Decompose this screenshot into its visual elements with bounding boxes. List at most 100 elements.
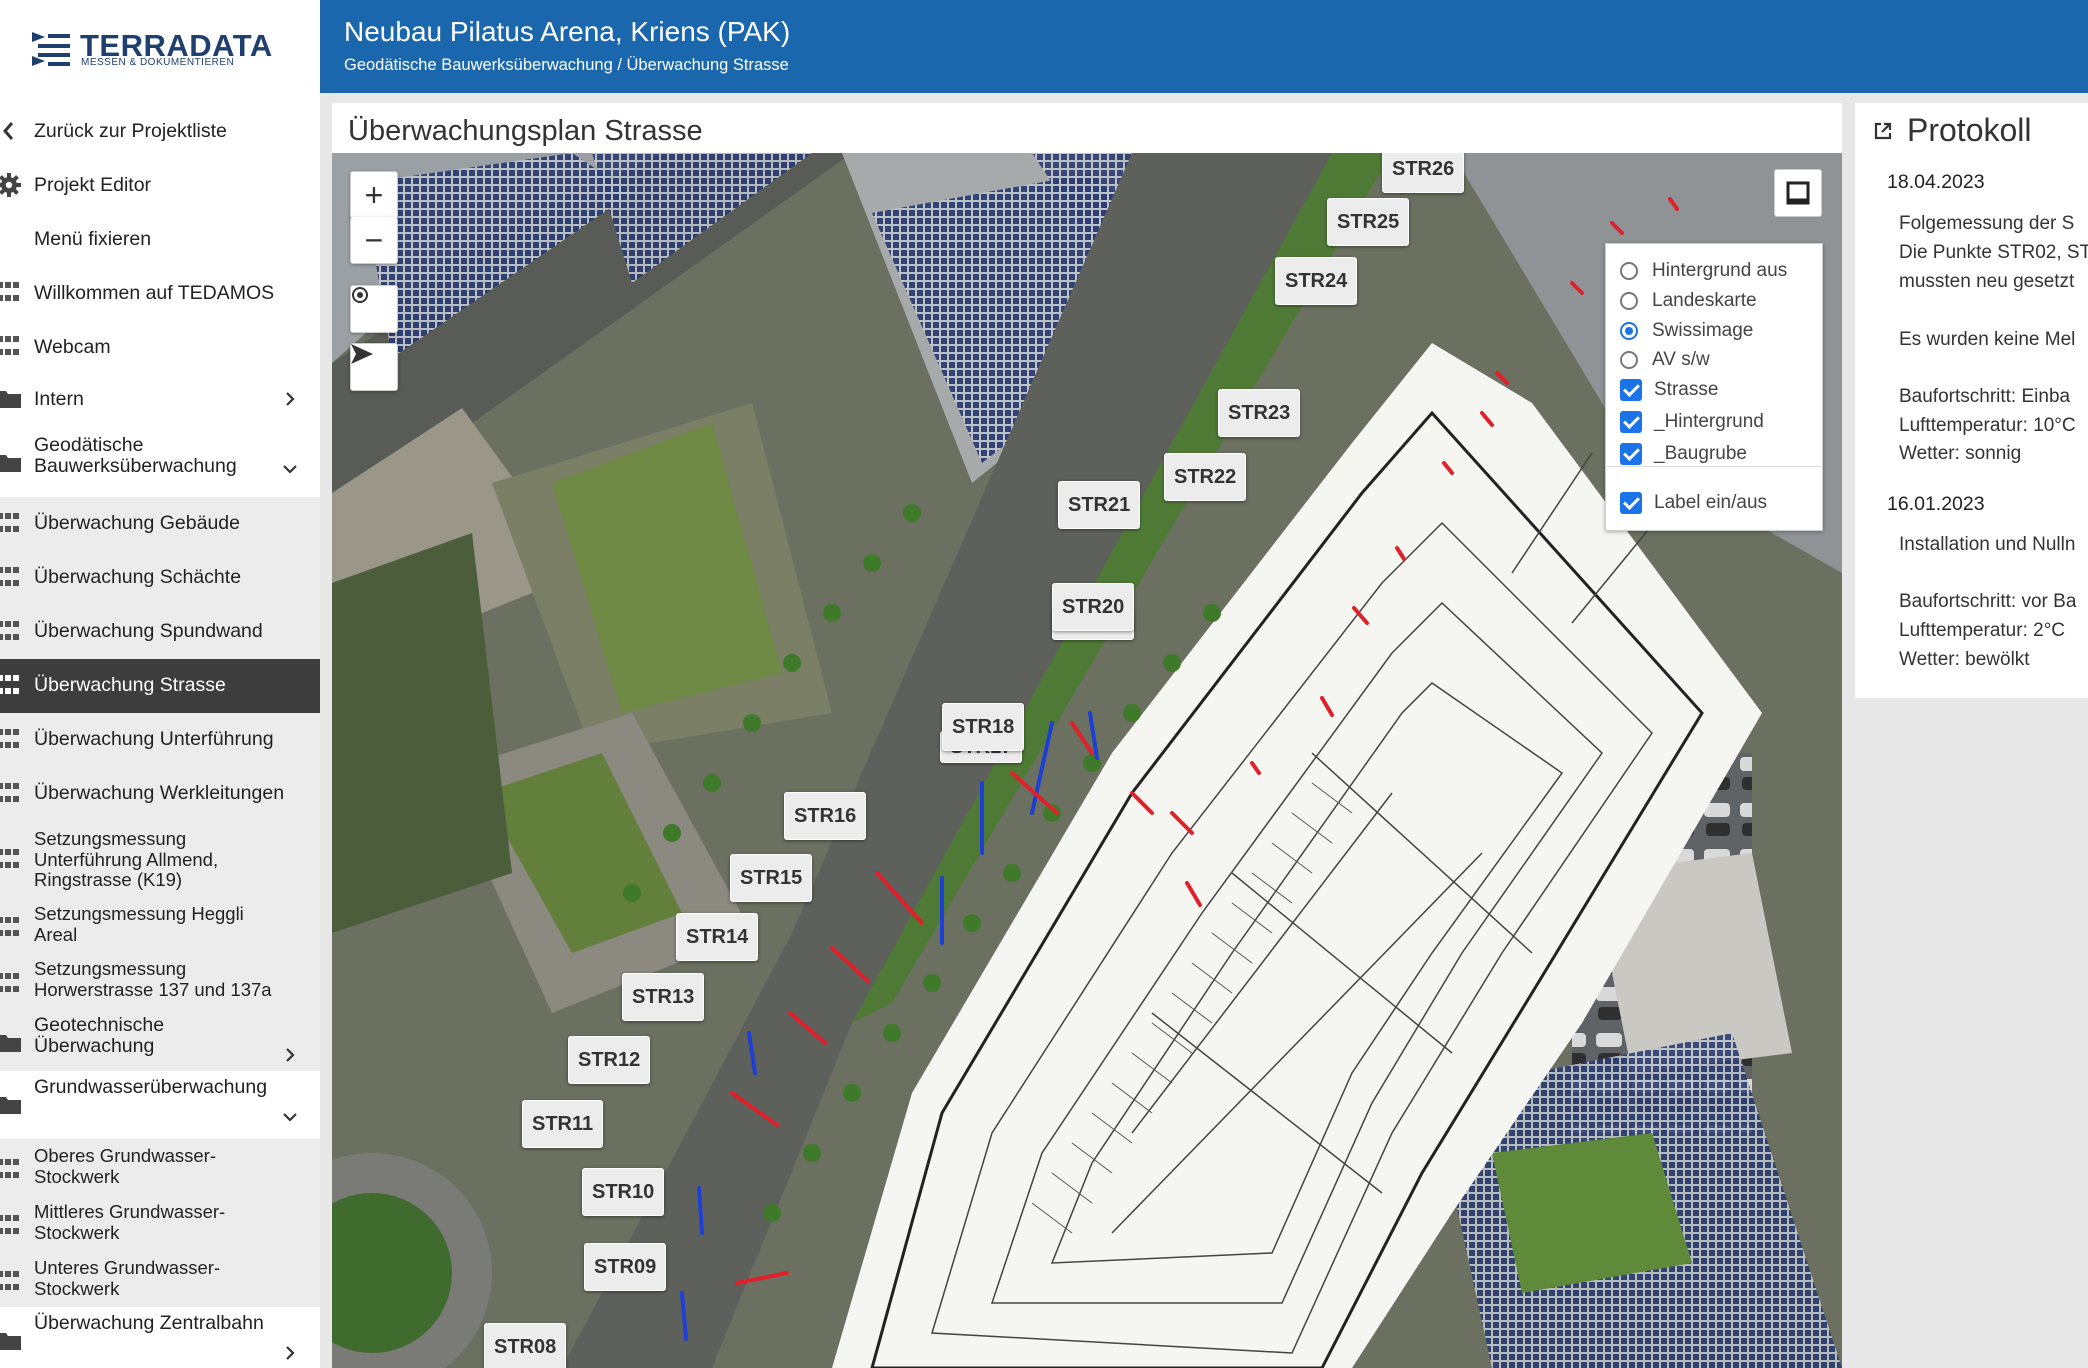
overlay-hintergrund[interactable]: _Hintergrund [1620, 408, 1764, 436]
sidebar-item-label: Geodätische Bauwerksüberwachung [34, 434, 237, 477]
fullscreen-button[interactable] [1774, 169, 1822, 217]
layer-label: Swissimage [1652, 320, 1754, 341]
sidebar-item-shafts[interactable]: Überwachung Schächte [0, 551, 320, 605]
marker-label[interactable]: STR08 [484, 1323, 567, 1368]
marker-label[interactable]: STR15 [730, 854, 813, 902]
radio-button[interactable] [1620, 351, 1638, 369]
marker-label[interactable]: STR23 [1218, 389, 1301, 437]
marker-label[interactable]: STR24 [1275, 257, 1358, 305]
sidebar-item-settlement-horwerstrasse[interactable]: Setzungsmessung Horwerstrasse 137 und 13… [0, 953, 320, 1009]
sidebar-item-underpass[interactable]: Überwachung Unterführung [0, 713, 320, 767]
protocol-text: Lufttemperatur: 10°C [1899, 415, 2076, 436]
marker-label[interactable]: STR11 [522, 1100, 604, 1148]
sidebar-item-road[interactable]: Überwachung Strasse [0, 659, 320, 713]
sidebar-item-welcome[interactable]: Willkommen auf TEDAMOS [0, 279, 320, 307]
grid-icon [0, 621, 21, 645]
marker-label[interactable]: STR21 [1058, 481, 1141, 529]
marker-label[interactable]: STR13 [622, 973, 705, 1021]
overlay-baugrube[interactable]: _Baugrube [1620, 440, 1747, 468]
sidebar-item-settlement-allmend[interactable]: Setzungsmessung Unterführung Allmend, Ri… [0, 821, 320, 897]
grid-icon [0, 336, 21, 360]
locate-button[interactable] [350, 285, 398, 333]
folder-icon [0, 455, 21, 472]
zoom-out-button[interactable]: − [350, 217, 398, 264]
folder-icon [0, 391, 21, 408]
protocol-date: 16.01.2023 [1887, 493, 1985, 515]
sidebar-item-groundwater[interactable]: Grundwasserüberwachung [0, 1071, 320, 1133]
grid-icon [0, 513, 21, 537]
sidebar-item-upper-groundwater[interactable]: Oberes Grundwasser-Stockwerk [0, 1139, 320, 1195]
sidebar-item-geodetic-monitoring[interactable]: Geodätische Bauwerksüberwachung [0, 431, 320, 485]
sidebar-item-geotechnical[interactable]: Geotechnische Überwachung [0, 1009, 320, 1071]
sidebar-item-label: Willkommen auf TEDAMOS [34, 281, 275, 304]
protocol-date: 18.04.2023 [1887, 171, 1985, 193]
layer-label: Hintergrund aus [1652, 260, 1788, 281]
sidebar-item-zentralbahn[interactable]: Überwachung Zentralbahn [0, 1307, 320, 1367]
marker-label[interactable]: STR25 [1327, 198, 1410, 246]
gear-icon [0, 173, 21, 197]
layer-option-landeskarte[interactable]: Landeskarte [1620, 287, 1757, 315]
breadcrumb: Geodätische Bauwerksüberwachung / Überwa… [344, 56, 789, 74]
checkbox[interactable] [1620, 379, 1642, 401]
protocol-text: Wetter: bewölkt [1899, 649, 2030, 670]
marker-label[interactable]: STR16 [784, 792, 867, 840]
marker-label[interactable]: STR10 [582, 1168, 665, 1216]
project-title: Neubau Pilatus Arena, Kriens (PAK) [344, 16, 791, 47]
checkbox[interactable] [1620, 492, 1642, 514]
sidebar-item-label: Setzungsmessung Unterführung Allmend, Ri… [34, 828, 219, 890]
protocol-text: Folgemessung der S [1899, 213, 2075, 234]
marker-label[interactable]: STR26 [1382, 153, 1465, 193]
logo-area[interactable]: TERRADATA MESSEN & DOKUMENTIEREN [0, 0, 320, 93]
radio-button-selected[interactable] [1620, 322, 1638, 340]
grid-icon [0, 675, 21, 699]
sidebar-item-project-editor[interactable]: Projekt Editor [0, 171, 320, 199]
marker-label[interactable]: STR18 [942, 703, 1025, 751]
grid-icon [0, 1271, 21, 1295]
layer-separator [1606, 466, 1822, 467]
chevron-left-icon [3, 122, 14, 140]
sidebar-item-pin-menu[interactable]: Menü fixieren [0, 225, 320, 253]
zoom-in-button[interactable]: + [350, 171, 398, 219]
marker-label[interactable]: STR09 [584, 1243, 667, 1291]
radio-button[interactable] [1620, 262, 1638, 280]
layer-option-av[interactable]: AV s/w [1620, 346, 1710, 374]
protocol-text: Installation und Nulln [1899, 534, 2076, 555]
layer-option-swissimage[interactable]: Swissimage [1620, 317, 1753, 345]
sidebar-item-webcam[interactable]: Webcam [0, 333, 320, 361]
sidebar-item-back-to-projects[interactable]: Zurück zur Projektliste [0, 117, 320, 145]
chevron-right-icon [286, 1048, 295, 1062]
checkbox[interactable] [1620, 411, 1642, 433]
marker-label[interactable]: STR20 [1052, 583, 1135, 631]
marker-label[interactable]: STR22 [1164, 453, 1247, 501]
sidebar-item-label: Webcam [34, 335, 111, 358]
header-bar: Neubau Pilatus Arena, Kriens (PAK) Geodä… [320, 0, 2088, 93]
sidebar: Zurück zur Projektliste Projekt Editor M… [0, 93, 320, 1368]
layer-label: Landeskarte [1652, 290, 1757, 311]
sidebar-item-label: Setzungsmessung Heggli Areal [34, 903, 244, 945]
marker-label[interactable]: STR14 [676, 913, 759, 961]
sidebar-item-label: Überwachung Strasse [34, 674, 226, 696]
sidebar-item-intern[interactable]: Intern [0, 385, 320, 413]
external-link-icon[interactable] [1873, 121, 1893, 141]
label-toggle[interactable]: Label ein/aus [1620, 489, 1767, 517]
sidebar-item-lower-groundwater[interactable]: Unteres Grundwasser-Stockwerk [0, 1251, 320, 1307]
sidebar-item-settlement-heggli[interactable]: Setzungsmessung Heggli Areal [0, 897, 320, 953]
sidebar-item-buildings[interactable]: Überwachung Gebäude [0, 497, 320, 551]
chevron-down-icon [283, 1113, 297, 1122]
sidebar-item-middle-groundwater[interactable]: Mittleres Grundwasser-Stockwerk [0, 1195, 320, 1251]
folder-icon [0, 1097, 21, 1114]
sidebar-item-sheet-pile[interactable]: Überwachung Spundwand [0, 605, 320, 659]
sidebar-item-utilities[interactable]: Überwachung Werkleitungen [0, 767, 320, 821]
overlay-strasse[interactable]: Strasse [1620, 376, 1718, 404]
navigate-button[interactable] [350, 343, 398, 391]
radio-button[interactable] [1620, 292, 1638, 310]
chevron-down-icon [283, 465, 297, 474]
grid-icon [0, 783, 21, 807]
map-view[interactable]: + − Hintergrund aus Landeskarte Swissima… [332, 153, 1842, 1368]
layer-label: _Hintergrund [1654, 411, 1764, 432]
sidebar-item-label: Intern [34, 387, 84, 410]
marker-label[interactable]: STR12 [568, 1036, 651, 1084]
layer-label: Label ein/aus [1654, 492, 1768, 513]
checkbox[interactable] [1620, 443, 1642, 465]
layer-option-background-off[interactable]: Hintergrund aus [1620, 257, 1787, 285]
